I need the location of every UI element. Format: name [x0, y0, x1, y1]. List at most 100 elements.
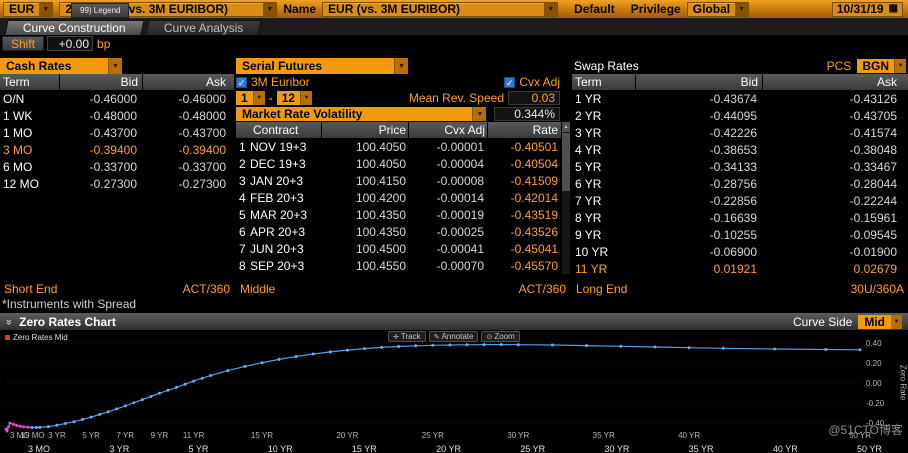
- mean-rev-input[interactable]: 0.03: [508, 91, 560, 105]
- zero-rates-svg: 0.400.200.00-0.20-0.403 MO19 MO3 YR5 YR7…: [0, 330, 908, 445]
- swap-rate-row[interactable]: 11 YR0.019210.02679: [572, 260, 908, 277]
- column-header-cvx-adj: Cvx Adj: [409, 122, 487, 138]
- ask-cell: -0.38048: [761, 143, 908, 157]
- chevron-down-icon[interactable]: ▼: [894, 59, 906, 73]
- axis-tick-label: 15 YR: [352, 445, 377, 453]
- swap-rates-header: Term Bid Ask: [572, 74, 908, 90]
- row-number: 8: [236, 259, 250, 273]
- cash-rate-row[interactable]: 1 WK-0.48000-0.48000: [0, 107, 234, 124]
- currency-dropdown[interactable]: EUR ▼: [3, 2, 53, 17]
- contract-cell: NOV 19+3: [250, 140, 322, 154]
- svg-text:0.00: 0.00: [866, 379, 882, 388]
- swap-rate-row[interactable]: 4 YR-0.38653-0.38048: [572, 141, 908, 158]
- swap-rate-row[interactable]: 9 YR-0.10255-0.09545: [572, 226, 908, 243]
- privilege-dropdown[interactable]: Global ▼: [687, 2, 749, 17]
- collapse-icon[interactable]: «: [3, 318, 15, 324]
- swap-rate-row[interactable]: 7 YR-0.22856-0.22244: [572, 192, 908, 209]
- cash-rate-row[interactable]: 6 MO-0.33700-0.33700: [0, 158, 234, 175]
- chevron-down-icon[interactable]: ▼: [394, 58, 408, 74]
- row-number: 4: [236, 191, 250, 205]
- future-contract-row[interactable]: 4FEB 20+3100.4200-0.00014-0.42014: [236, 189, 561, 206]
- serial-futures-dropdown[interactable]: Serial Futures ▼: [236, 58, 408, 74]
- column-header-term: Term: [0, 74, 59, 90]
- chevron-down-icon[interactable]: ▼: [300, 91, 312, 105]
- legend-button[interactable]: 99) Legend: [71, 3, 129, 18]
- range-to-dropdown[interactable]: 12 ▼: [277, 91, 312, 105]
- chevron-down-icon[interactable]: ▼: [735, 3, 748, 16]
- future-contract-row[interactable]: 2DEC 19+3100.4050-0.00004-0.40504: [236, 155, 561, 172]
- chevron-down-icon[interactable]: ▼: [108, 58, 122, 74]
- bid-cell: -0.16639: [635, 211, 761, 225]
- future-contract-row[interactable]: 1NOV 19+3100.4050-0.00001-0.40501: [236, 138, 561, 155]
- chevron-down-icon[interactable]: ▼: [253, 91, 265, 105]
- volatility-dropdown[interactable]: Market Rate Volatility ▼: [236, 107, 486, 121]
- curve-name-dropdown[interactable]: EUR (vs. 3M EURIBOR) ▼: [322, 2, 558, 17]
- futures-scrollbar[interactable]: ▲: [561, 122, 570, 274]
- track-icon: ✛: [393, 333, 399, 341]
- pricing-source-dropdown[interactable]: BGN ▼: [857, 59, 906, 73]
- volatility-value-box: 0.344%: [494, 107, 560, 121]
- chevron-down-icon[interactable]: ▼: [472, 107, 486, 121]
- swap-rate-row[interactable]: 3 YR-0.42226-0.41574: [572, 124, 908, 141]
- term-cell: 10 YR: [572, 245, 635, 259]
- bid-cell: -0.48000: [59, 109, 141, 123]
- serial-futures-title: Serial Futures: [236, 59, 394, 73]
- swap-rates-body: 1 YR-0.43674-0.431262 YR-0.44095-0.43705…: [572, 90, 908, 277]
- shift-button[interactable]: Shift: [2, 36, 44, 51]
- scrollbar-thumb[interactable]: [562, 133, 570, 191]
- zoom-button[interactable]: ⊙ Zoom: [481, 331, 519, 342]
- shift-amount-input[interactable]: [47, 36, 93, 51]
- ask-cell: -0.27300: [141, 177, 234, 191]
- scroll-up-icon[interactable]: ▲: [562, 122, 570, 132]
- chevron-down-icon[interactable]: ▼: [891, 315, 902, 329]
- range-from-dropdown[interactable]: 1 ▼: [236, 91, 265, 105]
- bid-cell: -0.38653: [635, 143, 761, 157]
- cash-rates-title: Cash Rates: [0, 59, 108, 73]
- bid-cell: -0.33700: [59, 160, 141, 174]
- chevron-down-icon[interactable]: ▼: [39, 3, 52, 16]
- swap-rate-row[interactable]: 8 YR-0.16639-0.15961: [572, 209, 908, 226]
- zoom-label: Zoom: [494, 332, 514, 341]
- ask-cell: 0.02679: [761, 262, 908, 276]
- future-contract-row[interactable]: 6APR 20+3100.4350-0.00025-0.43526: [236, 223, 561, 240]
- cash-rate-row[interactable]: O/N-0.46000-0.46000: [0, 90, 234, 107]
- zero-rates-chart[interactable]: 0.400.200.00-0.20-0.403 MO19 MO3 YR5 YR7…: [0, 330, 908, 445]
- date-picker[interactable]: 10/31/19 ▦: [832, 2, 903, 17]
- svg-text:25 YR: 25 YR: [422, 431, 444, 440]
- column-header-bid: Bid: [636, 74, 762, 90]
- chevron-down-icon[interactable]: ▼: [263, 3, 276, 16]
- contract-checkbox[interactable]: ✓: [236, 77, 247, 88]
- future-contract-row[interactable]: 8SEP 20+3100.4550-0.00070-0.45570: [236, 257, 561, 274]
- cash-rates-dropdown[interactable]: Cash Rates ▼: [0, 58, 122, 74]
- cash-rate-row[interactable]: 1 MO-0.43700-0.43700: [0, 124, 234, 141]
- term-cell: 12 MO: [0, 177, 59, 191]
- cvx-adj-checkbox[interactable]: ✓: [504, 77, 515, 88]
- bid-cell: 0.01921: [635, 262, 761, 276]
- swap-rate-row[interactable]: 10 YR-0.06900-0.01900: [572, 243, 908, 260]
- swap-rate-row[interactable]: 6 YR-0.28756-0.28044: [572, 175, 908, 192]
- track-button[interactable]: ✛ Track: [388, 331, 426, 342]
- swap-rate-row[interactable]: 1 YR-0.43674-0.43126: [572, 90, 908, 107]
- curve-side-dropdown[interactable]: Mid ▼: [858, 315, 902, 329]
- cash-rate-row[interactable]: 3 MO-0.39400-0.39400: [0, 141, 234, 158]
- row-number: 5: [236, 208, 250, 222]
- column-header-rate: Rate: [488, 122, 561, 138]
- svg-text:11 YR: 11 YR: [183, 431, 205, 440]
- future-contract-row[interactable]: 5MAR 20+3100.4350-0.00019-0.43519: [236, 206, 561, 223]
- axis-tick-label: 20 YR: [436, 445, 461, 453]
- swap-rate-row[interactable]: 2 YR-0.44095-0.43705: [572, 107, 908, 124]
- tab-curve-analysis[interactable]: Curve Analysis: [145, 20, 262, 35]
- annotate-button[interactable]: ✎ Annotate: [429, 331, 479, 342]
- cash-rates-panel: Cash Rates ▼ Term Bid Ask O/N-0.46000-0.…: [0, 58, 234, 296]
- future-contract-row[interactable]: 3JAN 20+3100.4150-0.00008-0.41509: [236, 172, 561, 189]
- cash-rate-row[interactable]: 12 MO-0.27300-0.27300: [0, 175, 234, 192]
- calendar-icon[interactable]: ▦: [889, 4, 898, 14]
- chevron-down-icon[interactable]: ▼: [544, 3, 557, 16]
- cvx-adj-cell: -0.00070: [408, 259, 486, 273]
- tab-curve-construction[interactable]: Curve Construction: [4, 20, 144, 35]
- future-contract-row[interactable]: 7JUN 20+3100.4500-0.00041-0.45041: [236, 240, 561, 257]
- svg-text:35 YR: 35 YR: [593, 431, 615, 440]
- swap-rate-row[interactable]: 5 YR-0.34133-0.33467: [572, 158, 908, 175]
- price-cell: 100.4350: [322, 225, 408, 239]
- bid-cell: -0.44095: [635, 109, 761, 123]
